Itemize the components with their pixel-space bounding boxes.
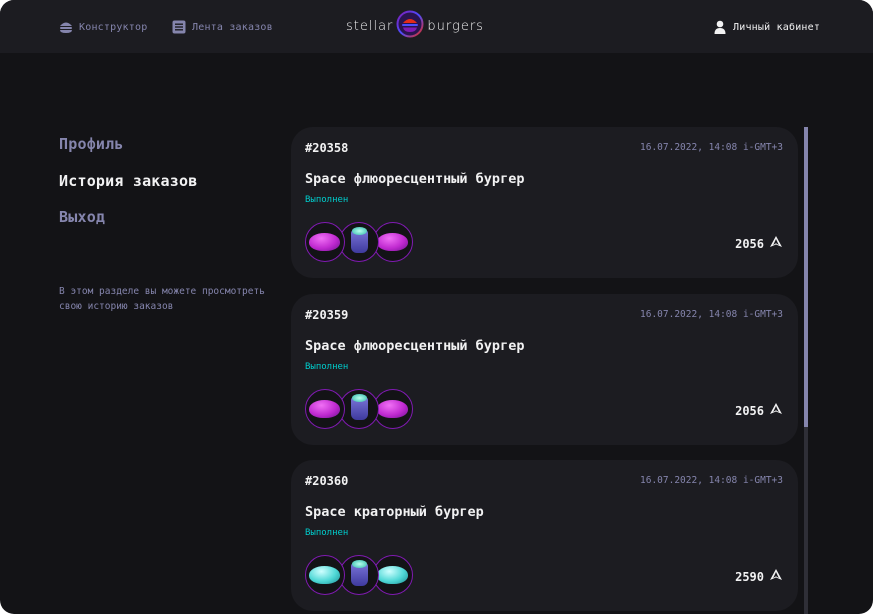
order-date: 16.07.2022, 14:08 i-GMT+3 <box>640 309 783 320</box>
order-price: 2590 <box>735 568 783 585</box>
order-price: 2056 <box>735 235 783 252</box>
order-name: Space флюоресцентный бургер <box>305 171 525 187</box>
nav-order-feed[interactable]: Лента заказов <box>172 18 273 36</box>
logo-planet-icon <box>396 10 424 42</box>
order-ingredients <box>305 222 425 266</box>
nav-account-label: Личный кабинет <box>733 21 821 33</box>
app-window: Конструктор Лента заказов stellar burger… <box>0 0 873 614</box>
order-number: #20358 <box>305 141 349 155</box>
order-number: #20360 <box>305 474 349 488</box>
currency-icon <box>769 235 783 252</box>
ingredient-crater-bun-icon <box>373 555 413 595</box>
order-status: Выполнен <box>305 195 349 205</box>
nav-constructor[interactable]: Конструктор <box>59 18 147 36</box>
ingredient-fluorescent-bun-icon <box>305 389 345 429</box>
sidebar-logout-link[interactable]: Выход <box>59 208 105 226</box>
order-date: 16.07.2022, 14:08 i-GMT+3 <box>640 475 783 486</box>
ingredient-crater-bun-icon <box>305 555 345 595</box>
order-status: Выполнен <box>305 362 349 372</box>
nav-account[interactable]: Личный кабинет <box>713 18 820 36</box>
logo-text-right: burgers <box>427 18 484 34</box>
order-history-list[interactable]: #20358 16.07.2022, 14:08 i-GMT+3 Space ф… <box>291 127 801 614</box>
ingredient-sauce-icon <box>339 389 379 429</box>
order-card[interactable]: #20358 16.07.2022, 14:08 i-GMT+3 Space ф… <box>291 127 798 278</box>
scrollbar-thumb[interactable] <box>804 127 808 427</box>
ingredient-fluorescent-bun-icon <box>373 222 413 262</box>
order-name: Space флюоресцентный бургер <box>305 338 525 354</box>
ingredient-sauce-icon <box>339 222 379 262</box>
sidebar-description: В этом разделе вы можете просмотреть сво… <box>59 286 265 312</box>
sidebar-profile-link[interactable]: Профиль <box>59 135 124 153</box>
currency-icon <box>769 402 783 419</box>
currency-icon <box>769 568 783 585</box>
order-card[interactable]: #20360 16.07.2022, 14:08 i-GMT+3 Space к… <box>291 460 798 611</box>
ingredient-fluorescent-bun-icon <box>305 222 345 262</box>
order-number: #20359 <box>305 308 349 322</box>
profile-icon <box>713 20 727 34</box>
order-ingredients <box>305 555 425 599</box>
sidebar-order-history-link[interactable]: История заказов <box>59 172 197 190</box>
burger-icon <box>59 20 73 34</box>
order-ingredients <box>305 389 425 433</box>
order-price: 2056 <box>735 402 783 419</box>
ingredient-fluorescent-bun-icon <box>373 389 413 429</box>
ingredient-sauce-icon <box>339 555 379 595</box>
app-header: Конструктор Лента заказов stellar burger… <box>0 0 873 53</box>
nav-order-feed-label: Лента заказов <box>192 21 273 33</box>
nav-constructor-label: Конструктор <box>79 21 148 33</box>
order-price-value: 2590 <box>735 569 764 584</box>
list-icon <box>172 20 186 34</box>
order-card[interactable]: #20359 16.07.2022, 14:08 i-GMT+3 Space ф… <box>291 294 798 445</box>
order-price-value: 2056 <box>735 403 764 418</box>
order-name: Space краторный бургер <box>305 504 484 520</box>
order-status: Выполнен <box>305 528 349 538</box>
logo-text-left: stellar <box>346 18 394 34</box>
order-date: 16.07.2022, 14:08 i-GMT+3 <box>640 142 783 153</box>
logo[interactable]: stellar burgers <box>346 10 526 42</box>
order-price-value: 2056 <box>735 236 764 251</box>
